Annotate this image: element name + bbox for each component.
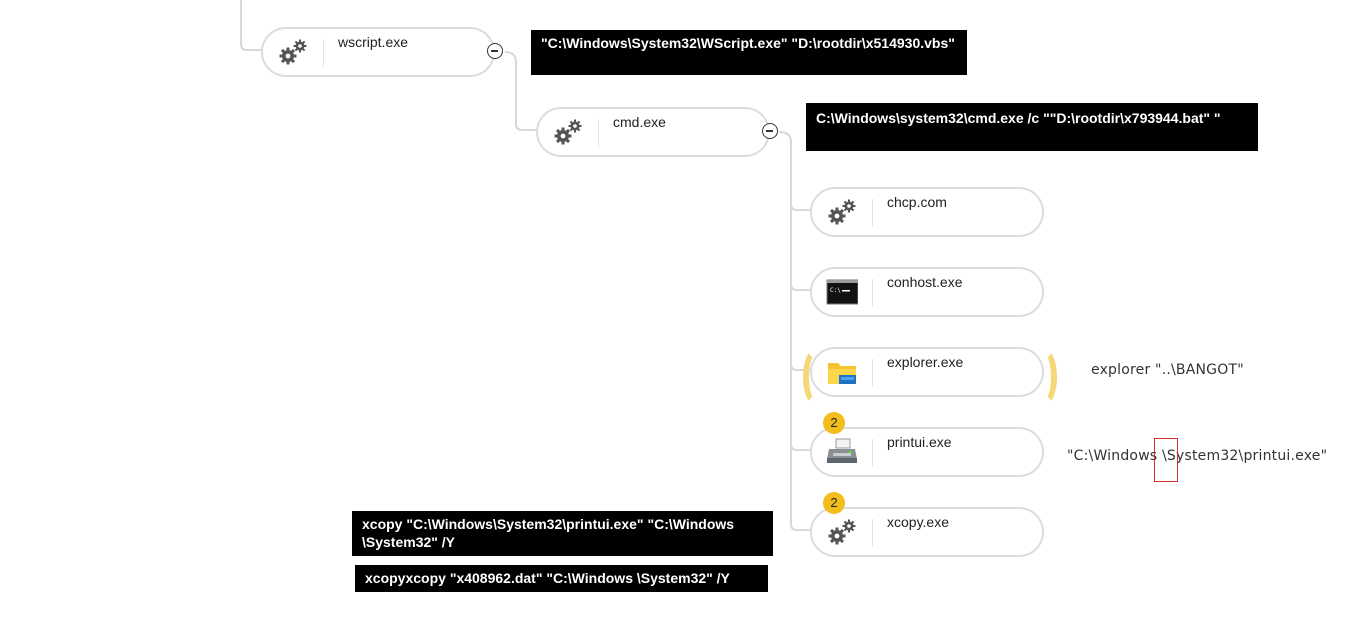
printer-icon	[826, 437, 858, 467]
node-divider	[872, 439, 873, 467]
command-line-cmd: C:\Windows\system32\cmd.exe /c ""D:\root…	[806, 103, 1258, 151]
node-divider	[872, 519, 873, 547]
gears-icon	[826, 197, 858, 227]
process-node-explorer[interactable]: explorer.exe	[810, 347, 1044, 397]
process-node-chcp[interactable]: chcp.com	[810, 187, 1044, 237]
command-line-printui: "C:\Windows \System32\printui.exe"	[1067, 448, 1328, 464]
command-line-wscript: "C:\Windows\System32\WScript.exe" "D:\ro…	[531, 30, 967, 75]
command-line-xcopy-1: xcopy "C:\Windows\System32\printui.exe" …	[352, 511, 773, 556]
gears-icon	[826, 517, 858, 547]
collapse-cmd-button[interactable]	[762, 123, 778, 139]
process-node-cmd[interactable]: cmd.exe	[536, 107, 770, 157]
highlight-marker	[1154, 438, 1178, 482]
gears-icon	[277, 37, 309, 67]
process-name: explorer.exe	[887, 354, 964, 370]
folder-icon	[826, 357, 858, 387]
node-divider	[872, 359, 873, 387]
process-node-xcopy[interactable]: xcopy.exe	[810, 507, 1044, 557]
collapse-wscript-button[interactable]	[487, 43, 503, 59]
process-name: printui.exe	[887, 434, 952, 450]
gears-icon	[552, 117, 584, 147]
process-node-printui[interactable]: printui.exe	[810, 427, 1044, 477]
console-icon: C:\	[826, 277, 859, 307]
node-divider	[323, 39, 324, 67]
process-name: chcp.com	[887, 194, 947, 210]
node-divider	[872, 279, 873, 307]
node-divider	[598, 119, 599, 147]
node-divider	[872, 199, 873, 227]
process-name: conhost.exe	[887, 274, 963, 290]
process-name: wscript.exe	[338, 34, 409, 50]
process-name: cmd.exe	[613, 114, 666, 130]
process-name: xcopy.exe	[887, 514, 949, 530]
process-node-conhost[interactable]: C:\ conhost.exe	[810, 267, 1044, 317]
process-node-wscript[interactable]: wscript.exe	[261, 27, 495, 77]
count-badge-xcopy[interactable]: 2	[823, 492, 845, 514]
command-line-xcopy-2: xcopyxcopy "x408962.dat" "C:\Windows \Sy…	[355, 565, 768, 592]
svg-text:C:\: C:\	[830, 287, 841, 294]
command-line-explorer: explorer "..\BANGOT"	[1091, 362, 1244, 378]
count-badge-printui[interactable]: 2	[823, 412, 845, 434]
